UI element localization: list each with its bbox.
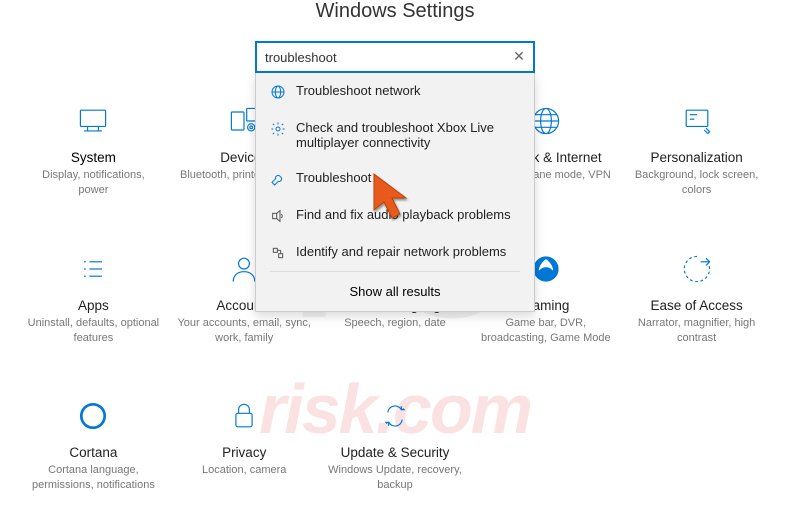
tile-title: Update & Security <box>324 445 467 460</box>
wrench-icon <box>270 171 286 187</box>
suggestion-troubleshoot-network[interactable]: Troubleshoot network <box>256 73 534 110</box>
tile-desc: Cortana language, permissions, notificat… <box>22 463 165 493</box>
tile-desc: Display, notifications, power <box>22 168 165 198</box>
tile-cortana[interactable]: Cortana Cortana language, permissions, n… <box>18 385 169 503</box>
tile-apps[interactable]: Apps Uninstall, defaults, optional featu… <box>18 238 169 356</box>
tile-system[interactable]: System Display, notifications, power <box>18 90 169 208</box>
suggestion-troubleshoot[interactable]: Troubleshoot <box>256 160 534 197</box>
audio-icon <box>270 208 286 224</box>
suggestion-repair-network[interactable]: Identify and repair network problems <box>256 234 534 271</box>
search-container: ✕ Troubleshoot network Check and trouble… <box>255 41 535 73</box>
tile-title: Personalization <box>625 150 768 165</box>
tile-title: Cortana <box>22 445 165 460</box>
suggestion-label: Check and troubleshoot Xbox Live multipl… <box>296 120 520 150</box>
tile-title: System <box>22 150 165 165</box>
page-title: Windows Settings <box>0 0 790 23</box>
tile-desc: Speech, region, date <box>324 316 467 331</box>
ease-of-access-icon <box>625 248 768 290</box>
suggestion-label: Find and fix audio playback problems <box>296 207 511 222</box>
tile-title: Ease of Access <box>625 298 768 313</box>
apps-icon <box>22 248 165 290</box>
privacy-icon <box>173 395 316 437</box>
tile-desc: Windows Update, recovery, backup <box>324 463 467 493</box>
suggestion-label: Identify and repair network problems <box>296 244 506 259</box>
personalization-icon <box>625 100 768 142</box>
suggestion-xbox-connectivity[interactable]: Check and troubleshoot Xbox Live multipl… <box>256 110 534 160</box>
tile-desc: Game bar, DVR, broadcasting, Game Mode <box>474 316 617 346</box>
tile-ease-of-access[interactable]: Ease of Access Narrator, magnifier, high… <box>621 238 772 356</box>
tile-desc: Uninstall, defaults, optional features <box>22 316 165 346</box>
gear-icon <box>270 121 286 137</box>
suggestion-audio-problems[interactable]: Find and fix audio playback problems <box>256 197 534 234</box>
tile-desc: Your accounts, email, sync, work, family <box>173 316 316 346</box>
globe-icon <box>270 84 286 100</box>
show-all-results[interactable]: Show all results <box>270 271 520 311</box>
search-input[interactable] <box>255 41 535 73</box>
suggestion-label: Troubleshoot <box>296 170 371 185</box>
clear-search-icon[interactable]: ✕ <box>509 46 529 66</box>
tile-desc: Location, camera <box>173 463 316 478</box>
tile-update-security[interactable]: Update & Security Windows Update, recove… <box>320 385 471 503</box>
update-security-icon <box>324 395 467 437</box>
suggestion-label: Troubleshoot network <box>296 83 421 98</box>
tile-privacy[interactable]: Privacy Location, camera <box>169 385 320 503</box>
system-icon <box>22 100 165 142</box>
search-suggestions-dropdown: Troubleshoot network Check and troublesh… <box>255 73 535 312</box>
tile-desc: Background, lock screen, colors <box>625 168 768 198</box>
tile-title: Apps <box>22 298 165 313</box>
network-repair-icon <box>270 245 286 261</box>
tile-title: Privacy <box>173 445 316 460</box>
cortana-icon <box>22 395 165 437</box>
tile-desc: Narrator, magnifier, high contrast <box>625 316 768 346</box>
tile-personalization[interactable]: Personalization Background, lock screen,… <box>621 90 772 208</box>
